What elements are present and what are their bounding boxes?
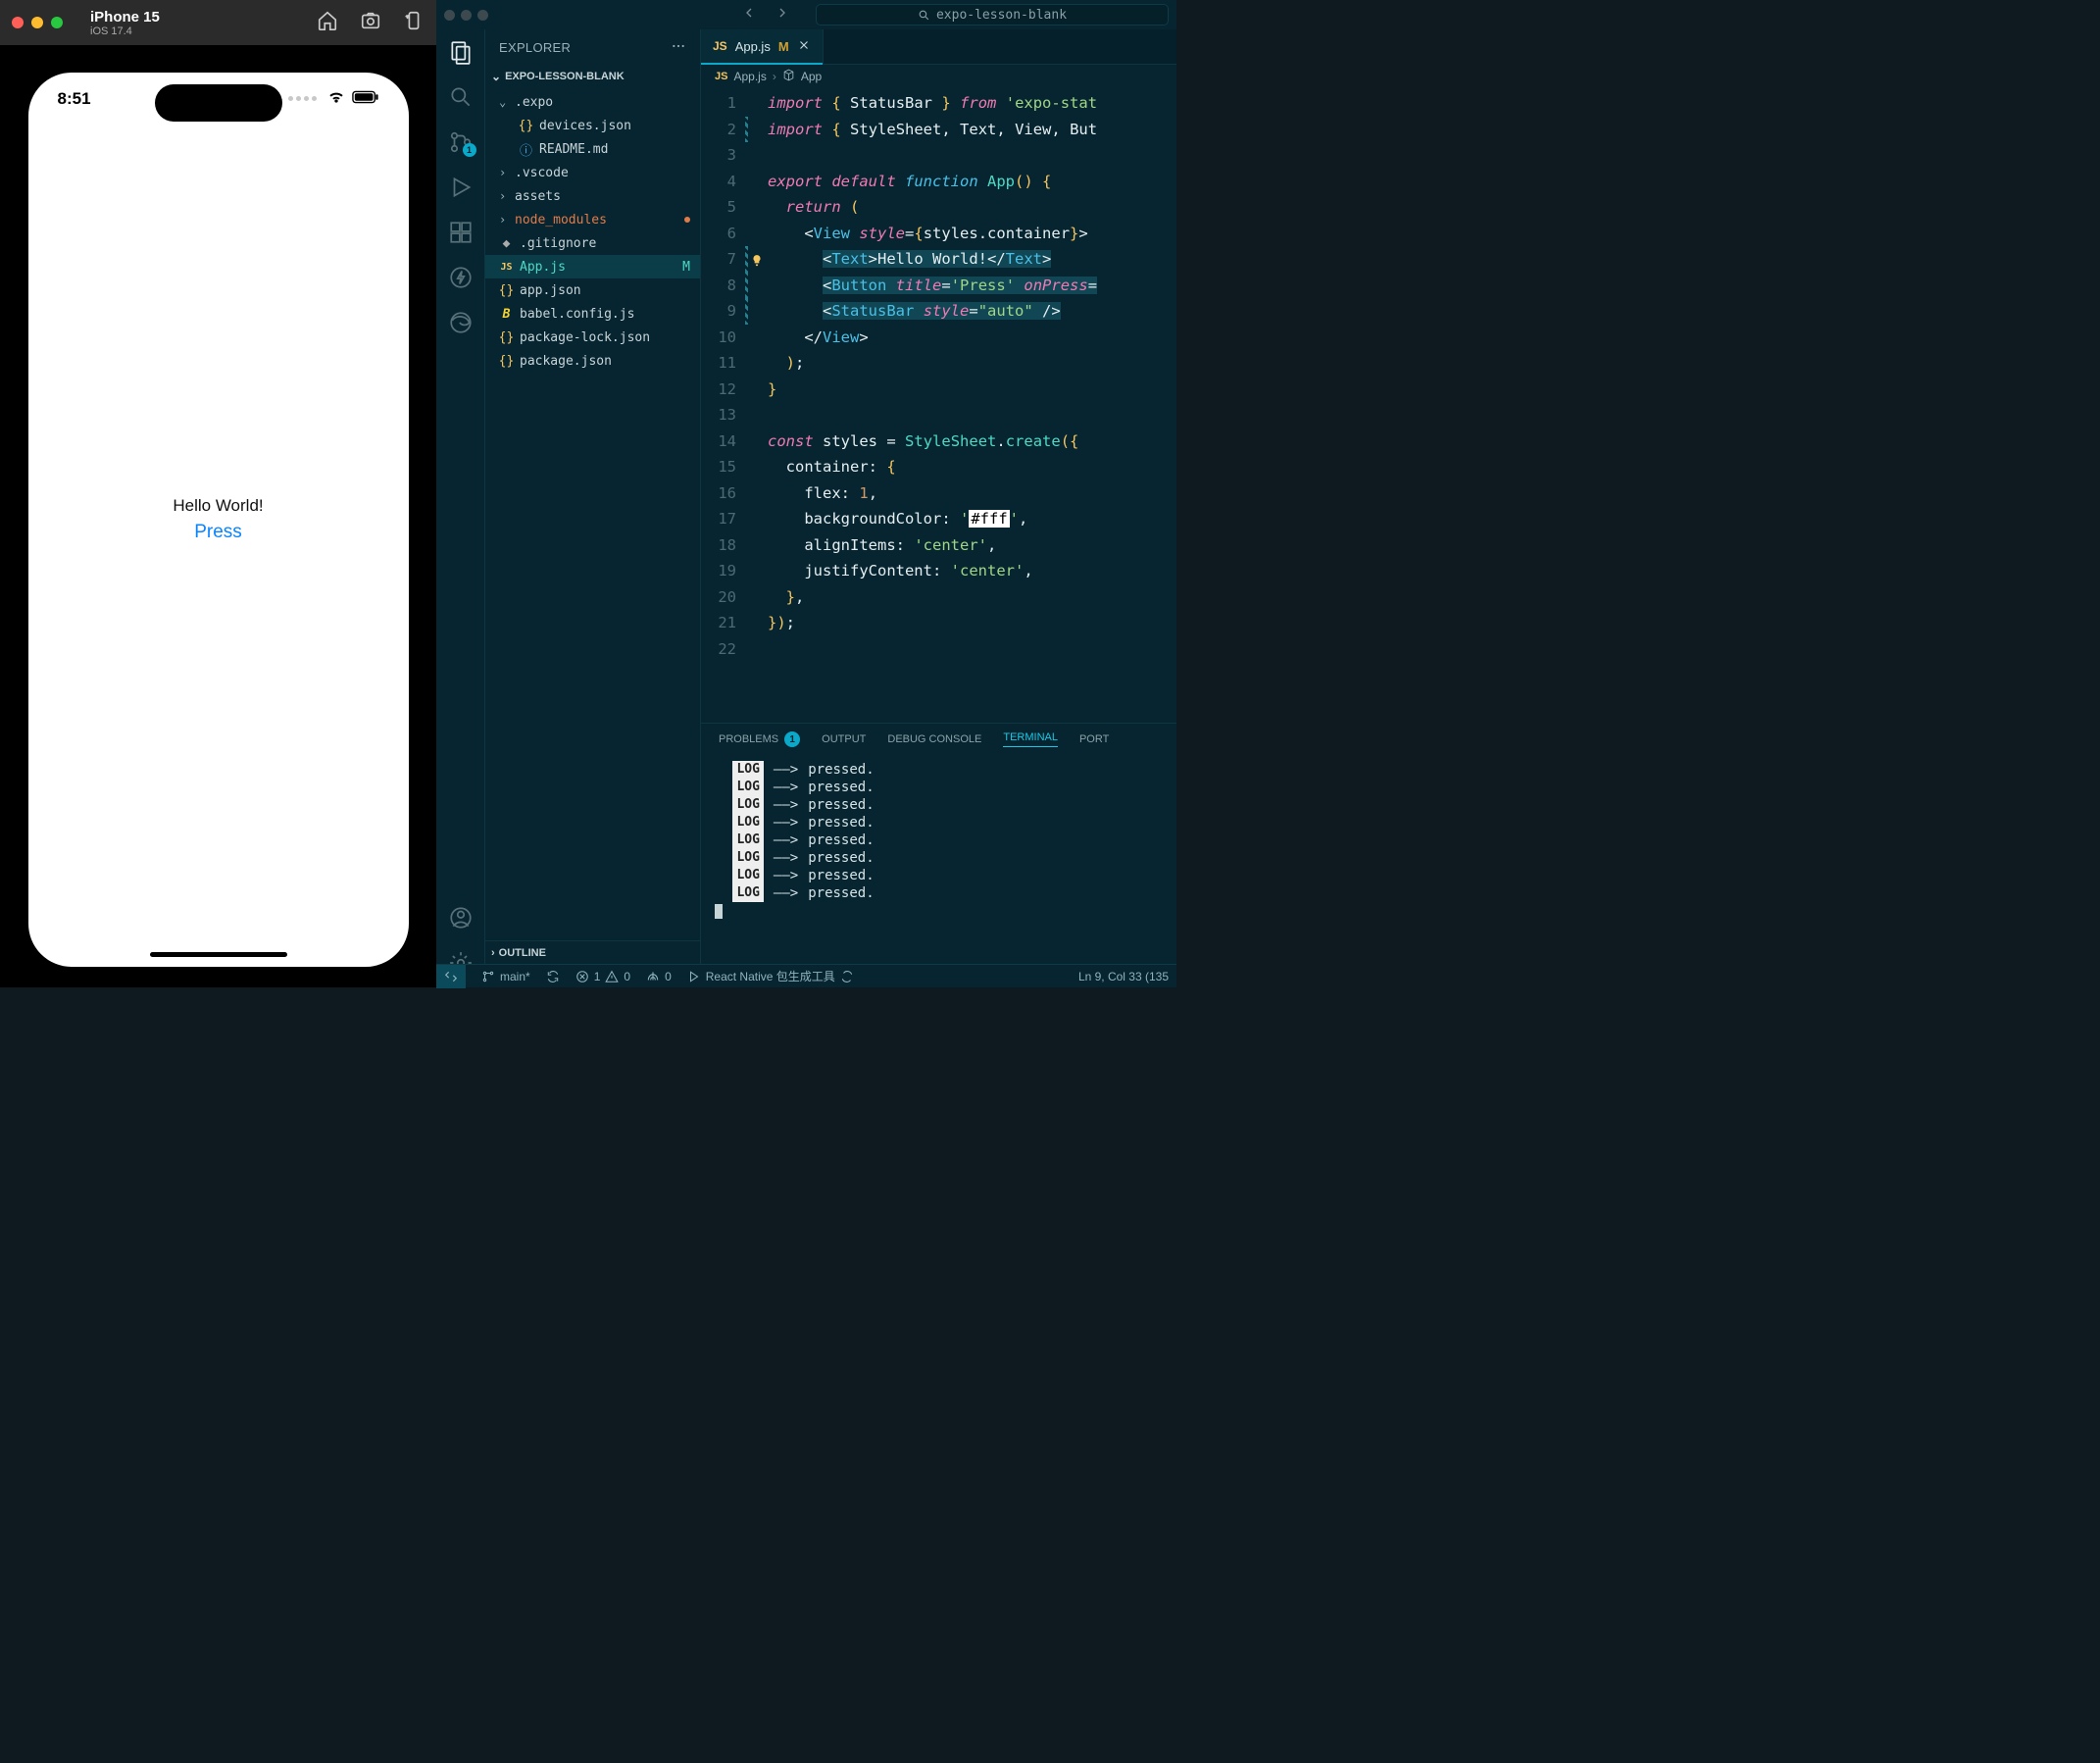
minimize-window-icon[interactable] xyxy=(31,17,43,28)
tab-modified-mark: M xyxy=(778,39,789,54)
live-server-indicator[interactable]: 0 xyxy=(646,970,672,983)
tree-file-app-js[interactable]: JSApp.jsM xyxy=(485,255,700,278)
rotate-icon[interactable] xyxy=(403,10,425,36)
app-content: Hello World! Press xyxy=(28,73,409,967)
search-icon xyxy=(918,9,930,22)
close-icon[interactable] xyxy=(797,38,811,55)
tab-filename: App.js xyxy=(735,39,771,54)
tree-folder-expo[interactable]: ⌄.expo xyxy=(485,90,700,114)
search-icon[interactable] xyxy=(448,84,474,110)
nav-back-icon[interactable] xyxy=(741,5,757,25)
thunder-icon[interactable] xyxy=(448,265,474,290)
vscode-window: expo-lesson-blank 1 EXPLORER ⌄ xyxy=(436,0,1176,987)
home-indicator xyxy=(150,952,287,957)
terminal-cursor xyxy=(715,904,723,919)
sim-device-name: iPhone 15 xyxy=(90,9,160,25)
remote-indicator[interactable] xyxy=(436,965,466,988)
vscode-titlebar: expo-lesson-blank xyxy=(436,0,1176,29)
hello-world-label: Hello World! xyxy=(173,496,263,516)
project-section[interactable]: ⌄ EXPO-LESSON-BLANK xyxy=(485,65,700,88)
tree-file-app-json[interactable]: {}app.json xyxy=(485,278,700,302)
tab-terminal[interactable]: TERMINAL xyxy=(1003,731,1058,747)
rn-packager-indicator[interactable]: React Native 包生成工具 xyxy=(687,968,854,984)
run-debug-icon[interactable] xyxy=(448,175,474,200)
ios-simulator: iPhone 15 iOS 17.4 8:51 Hello World! Pre… xyxy=(0,0,436,987)
tree-file-pkg[interactable]: {}package.json xyxy=(485,349,700,373)
outline-section[interactable]: ›OUTLINE xyxy=(485,940,700,964)
editor-tabs: JS App.js M xyxy=(701,29,1176,65)
tab-problems[interactable]: PROBLEMS1 xyxy=(719,731,800,747)
tree-file-readme[interactable]: ⓘREADME.md xyxy=(485,137,700,161)
problems-count-badge: 1 xyxy=(784,731,800,747)
zoom-window-icon[interactable] xyxy=(51,17,63,28)
explorer-title: EXPLORER xyxy=(499,40,571,55)
file-tree: ⌄.expo {}devices.json ⓘREADME.md ›.vscod… xyxy=(485,88,700,940)
tab-debug-console[interactable]: DEBUG CONSOLE xyxy=(887,733,981,745)
chevron-down-icon: ⌄ xyxy=(491,70,501,83)
tree-folder-vscode[interactable]: ›.vscode xyxy=(485,161,700,184)
js-file-icon: JS xyxy=(713,39,727,53)
extensions-icon[interactable] xyxy=(448,220,474,245)
cursor-position[interactable]: Ln 9, Col 33 (135 xyxy=(1078,970,1169,983)
symbol-icon xyxy=(782,69,795,84)
tree-file-pkglock[interactable]: {}package-lock.json xyxy=(485,326,700,349)
sync-indicator[interactable] xyxy=(546,970,560,983)
sim-body: 8:51 Hello World! Press xyxy=(0,45,436,987)
close-window-icon[interactable] xyxy=(12,17,24,28)
terminal-output[interactable]: LOG——>pressed. LOG——>pressed. LOG——>pres… xyxy=(701,755,1176,987)
source-control-icon[interactable]: 1 xyxy=(448,129,474,155)
explorer-icon[interactable] xyxy=(448,39,474,65)
tree-file-babel[interactable]: Bbabel.config.js xyxy=(485,302,700,326)
breadcrumb[interactable]: JS App.js › App xyxy=(701,65,1176,88)
screenshot-icon[interactable] xyxy=(360,10,381,36)
tree-file-devices-json[interactable]: {}devices.json xyxy=(485,114,700,137)
edge-icon[interactable] xyxy=(448,310,474,335)
tab-output[interactable]: OUTPUT xyxy=(822,733,866,745)
modified-mark: M xyxy=(682,260,690,275)
phone-frame: 8:51 Hello World! Press xyxy=(17,61,421,979)
color-swatch[interactable]: #fff xyxy=(969,510,1009,528)
bottom-panel: PROBLEMS1 OUTPUT DEBUG CONSOLE TERMINAL … xyxy=(701,723,1176,987)
js-file-icon: JS xyxy=(715,71,727,82)
sim-os-version: iOS 17.4 xyxy=(90,25,160,37)
tree-folder-node-modules[interactable]: ›node_modules xyxy=(485,208,700,231)
sidebar-explorer: EXPLORER ⌄ EXPO-LESSON-BLANK ⌄.expo {}de… xyxy=(485,29,701,987)
editor-area: JS App.js M JS App.js › App 1import { St… xyxy=(701,29,1176,987)
window-traffic-lights[interactable] xyxy=(12,17,63,28)
sim-title: iPhone 15 iOS 17.4 xyxy=(90,9,160,37)
more-actions-icon[interactable] xyxy=(671,38,686,57)
code-editor[interactable]: 1import { StatusBar } from 'expo-stat 2i… xyxy=(701,88,1176,723)
tree-file-gitignore[interactable]: ◆.gitignore xyxy=(485,231,700,255)
status-bar: main* 1 0 0 React Native 包生成工具 Ln 9, Col… xyxy=(436,964,1176,987)
search-placeholder: expo-lesson-blank xyxy=(936,8,1067,23)
press-button[interactable]: Press xyxy=(194,522,242,543)
activity-bar: 1 xyxy=(436,29,485,987)
sim-titlebar: iPhone 15 iOS 17.4 xyxy=(0,0,436,45)
tree-folder-assets[interactable]: ›assets xyxy=(485,184,700,208)
tab-ports[interactable]: PORT xyxy=(1079,733,1109,745)
dirty-dot-icon xyxy=(684,217,690,223)
branch-indicator[interactable]: main* xyxy=(481,970,530,983)
account-icon[interactable] xyxy=(448,905,474,931)
command-center-search[interactable]: expo-lesson-blank xyxy=(816,4,1169,25)
problems-indicator[interactable]: 1 0 xyxy=(575,970,630,983)
scm-badge: 1 xyxy=(463,143,476,157)
panel-tabs: PROBLEMS1 OUTPUT DEBUG CONSOLE TERMINAL … xyxy=(701,724,1176,755)
nav-forward-icon[interactable] xyxy=(775,5,790,25)
home-icon[interactable] xyxy=(317,10,338,36)
vscode-traffic-lights[interactable] xyxy=(444,6,494,25)
tab-app-js[interactable]: JS App.js M xyxy=(701,29,824,64)
